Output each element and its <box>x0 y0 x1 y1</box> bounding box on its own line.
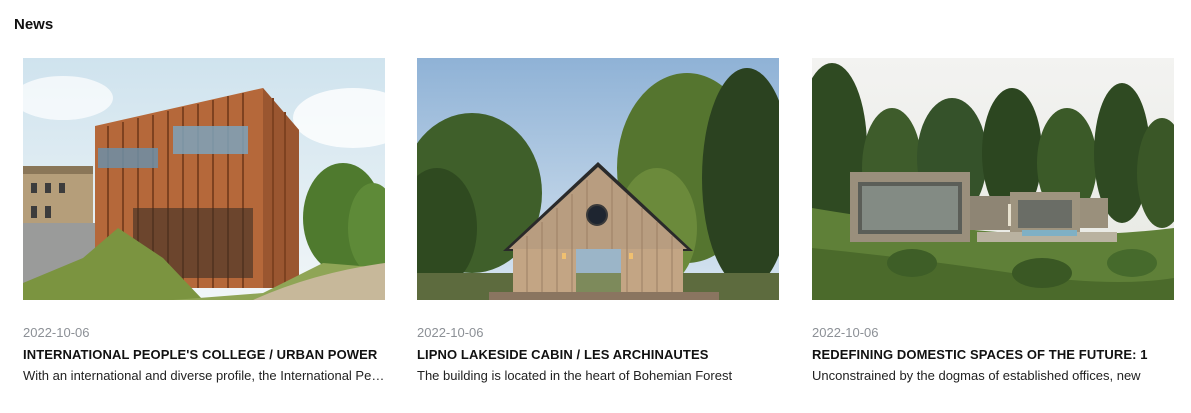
news-date: 2022-10-06 <box>417 325 484 340</box>
news-card[interactable]: 2022-10-06 INTERNATIONAL PEOPLE'S COLLEG… <box>23 58 385 385</box>
news-excerpt: With an international and diverse profil… <box>23 368 385 383</box>
news-title[interactable]: REDEFINING DOMESTIC SPACES OF THE FUTURE… <box>812 346 1174 364</box>
news-date: 2022-10-06 <box>23 325 90 340</box>
news-title[interactable]: INTERNATIONAL PEOPLE'S COLLEGE / URBAN P… <box>23 346 385 364</box>
news-date: 2022-10-06 <box>812 325 879 340</box>
news-title[interactable]: LIPNO LAKESIDE CABIN / LES ARCHINAUTES <box>417 346 779 364</box>
news-thumbnail[interactable] <box>23 58 385 300</box>
news-card[interactable]: 2022-10-06 REDEFINING DOMESTIC SPACES OF… <box>812 58 1174 385</box>
news-card[interactable]: 2022-10-06 LIPNO LAKESIDE CABIN / LES AR… <box>417 58 779 385</box>
news-excerpt: Unconstrained by the dogmas of establish… <box>812 368 1141 383</box>
news-thumbnail[interactable] <box>812 58 1174 300</box>
news-excerpt: The building is located in the heart of … <box>417 368 733 383</box>
news-thumbnail[interactable] <box>417 58 779 300</box>
section-title: News <box>14 16 54 33</box>
